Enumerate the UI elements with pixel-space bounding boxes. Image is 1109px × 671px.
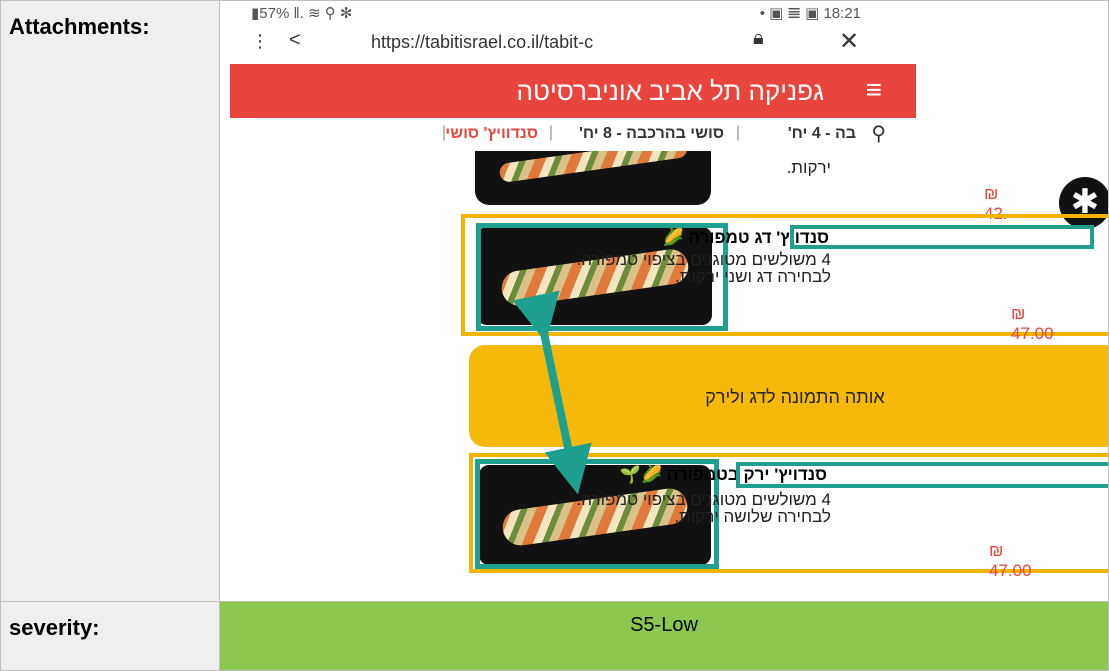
- bug-report-table: Attachments: ▮57% ‖. ≋ ⚲ ✻ • ▣ 𝌆 ▣ 18:21…: [0, 0, 1109, 671]
- attachments-label: Attachments:: [0, 0, 220, 602]
- phone-screenshot: ▮57% ‖. ≋ ⚲ ✻ • ▣ 𝌆 ▣ 18:21 ⋮ < https://…: [221, 1, 1108, 601]
- severity-label: severity:: [0, 601, 220, 671]
- severity-value: S5-Low: [219, 601, 1109, 671]
- attachment-screenshot: ▮57% ‖. ≋ ⚲ ✻ • ▣ 𝌆 ▣ 18:21 ⋮ < https://…: [219, 0, 1109, 602]
- item-2-price: ₪ 47.00: [989, 541, 1032, 580]
- item-1-price: ₪ 47.00: [1011, 304, 1054, 343]
- double-arrow-annotation: [512, 290, 592, 495]
